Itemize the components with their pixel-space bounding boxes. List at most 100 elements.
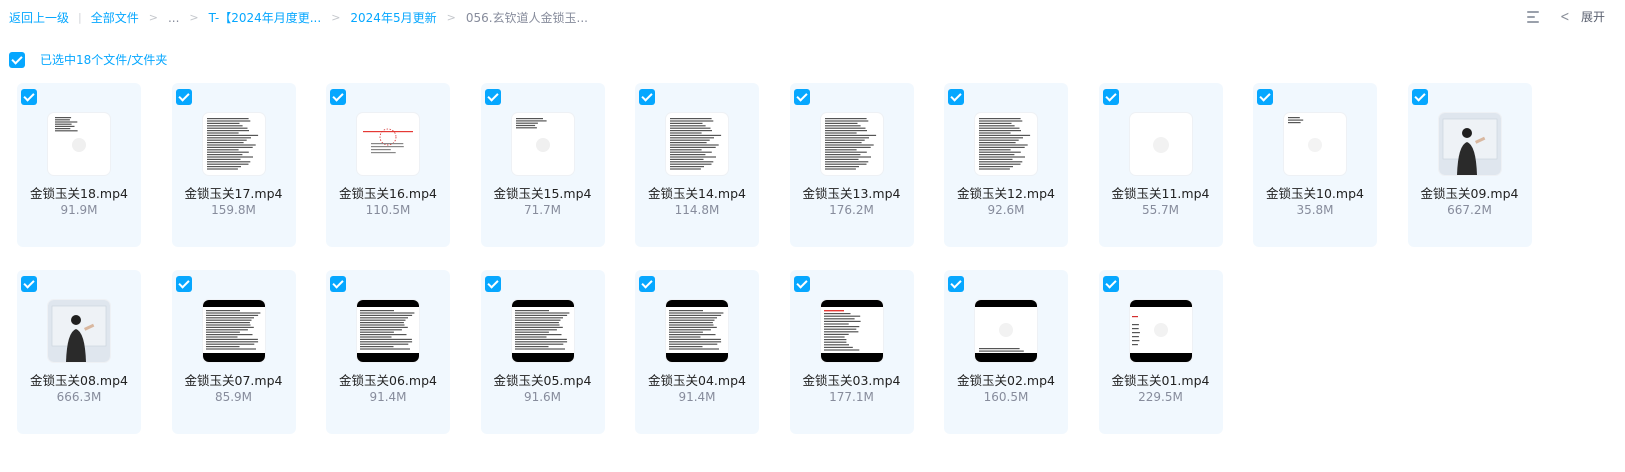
breadcrumb-all-files[interactable]: 全部文件 (91, 9, 139, 26)
file-name: 金锁玉关15.mp4 (493, 186, 592, 201)
back-link[interactable]: 返回上一级 (9, 9, 69, 26)
breadcrumb: 返回上一级 | 全部文件 > ... > T-【2024年月度更... > 20… (9, 9, 588, 26)
video-thumbnail (1284, 113, 1346, 175)
file-tile[interactable]: 金锁玉关18.mp4 91.9M (17, 83, 141, 247)
video-thumbnail (48, 300, 110, 362)
file-size: 177.1M (829, 390, 874, 404)
file-size: 160.5M (983, 390, 1029, 404)
video-thumbnail (202, 113, 265, 175)
video-thumbnail (357, 300, 419, 362)
file-name: 金锁玉关18.mp4 (30, 186, 128, 201)
video-thumbnail (666, 113, 728, 175)
file-checkbox[interactable] (175, 276, 192, 292)
breadcrumb-folder-monthly[interactable]: T-【2024年月度更... (209, 9, 322, 26)
video-thumbnail (666, 300, 728, 362)
video-thumbnail (1438, 113, 1501, 175)
file-checkbox[interactable] (639, 276, 655, 292)
file-checkbox[interactable] (1257, 89, 1273, 105)
video-thumbnail (202, 300, 265, 362)
file-checkbox[interactable] (1411, 89, 1428, 105)
expand-button[interactable]: 展开 (1581, 8, 1605, 25)
file-checkbox[interactable] (793, 276, 810, 292)
file-tile[interactable]: 金锁玉关16.mp4 110.5M (326, 83, 450, 247)
video-thumbnail (975, 113, 1037, 175)
video-thumbnail (975, 300, 1037, 362)
file-name: 金锁玉关12.mp4 (957, 186, 1055, 201)
file-tile[interactable]: 金锁玉关03.mp4 177.1M (789, 270, 914, 434)
file-tile[interactable]: 金锁玉关15.mp4 71.7M (480, 83, 605, 247)
video-thumbnail (1129, 300, 1192, 362)
video-thumbnail (357, 113, 419, 175)
video-thumbnail (820, 113, 883, 175)
view-tools: < 展开 (1525, 8, 1605, 25)
breadcrumb-ellipsis[interactable]: ... (168, 11, 179, 25)
file-checkbox[interactable] (1102, 89, 1119, 105)
file-size: 229.5M (1138, 390, 1183, 404)
file-tile[interactable]: 金锁玉关06.mp4 91.4M (326, 270, 450, 434)
file-tile[interactable]: 金锁玉关07.mp4 85.9M (171, 270, 296, 434)
file-checkbox[interactable] (330, 276, 346, 292)
file-tile[interactable]: 金锁玉关10.mp4 35.8M (1253, 83, 1377, 247)
file-size: 55.7M (1141, 203, 1180, 217)
file-tile[interactable]: 金锁玉关05.mp4 91.6M (480, 270, 605, 434)
file-tile[interactable]: 金锁玉关08.mp4 666.3M (17, 270, 141, 434)
file-size: 91.6M (523, 390, 562, 404)
file-name: 金锁玉关14.mp4 (648, 186, 746, 201)
chevron-right-icon: > (446, 11, 456, 24)
list-view-icon[interactable] (1525, 9, 1541, 25)
chevron-left-icon[interactable]: < (1560, 9, 1569, 25)
file-tile[interactable]: 金锁玉关09.mp4 667.2M (1407, 83, 1532, 247)
breadcrumb-current: 056.玄钦道人金锁玉... (465, 11, 588, 25)
file-name: 金锁玉关09.mp4 (1420, 186, 1519, 201)
file-name: 金锁玉关02.mp4 (957, 373, 1055, 388)
file-size: 35.8M (1296, 203, 1334, 217)
file-name: 金锁玉关01.mp4 (1111, 373, 1210, 388)
file-name: 金锁玉关04.mp4 (648, 373, 746, 388)
file-checkbox[interactable] (793, 89, 810, 105)
file-name: 金锁玉关07.mp4 (184, 373, 283, 388)
selection-count: 已选中18个文件/文件夹 (40, 53, 168, 67)
file-name: 金锁玉关13.mp4 (802, 186, 901, 201)
chevron-right-icon: > (331, 11, 341, 24)
file-size: 91.4M (369, 390, 407, 404)
file-tile[interactable]: 金锁玉关11.mp4 55.7M (1098, 83, 1223, 247)
top-bar: 返回上一级 | 全部文件 > ... > T-【2024年月度更... > 20… (0, 0, 1625, 34)
file-size: 92.6M (987, 203, 1025, 217)
file-size: 91.4M (678, 390, 716, 404)
file-checkbox[interactable] (21, 276, 37, 292)
file-name: 金锁玉关16.mp4 (339, 186, 437, 201)
breadcrumb-folder-may[interactable]: 2024年5月更新 (350, 9, 436, 26)
file-name: 金锁玉关08.mp4 (30, 373, 128, 388)
video-thumbnail (820, 300, 883, 362)
file-tile[interactable]: 金锁玉关17.mp4 159.8M (171, 83, 296, 247)
select-all-checkbox[interactable] (9, 51, 25, 68)
chevron-right-icon: > (148, 11, 158, 24)
file-tile[interactable]: 金锁玉关02.mp4 160.5M (944, 270, 1068, 434)
file-size: 176.2M (829, 203, 874, 217)
file-checkbox[interactable] (21, 89, 37, 105)
file-checkbox[interactable] (484, 276, 501, 292)
file-tile[interactable]: 金锁玉关01.mp4 229.5M (1098, 270, 1223, 434)
file-checkbox[interactable] (175, 89, 192, 105)
file-checkbox[interactable] (639, 89, 655, 105)
video-thumbnail (1129, 113, 1192, 175)
file-checkbox[interactable] (330, 89, 346, 105)
file-checkbox[interactable] (484, 89, 501, 105)
file-checkbox[interactable] (948, 89, 964, 105)
file-tile[interactable]: 金锁玉关04.mp4 91.4M (635, 270, 759, 434)
file-name: 金锁玉关03.mp4 (802, 373, 901, 388)
file-tile[interactable]: 金锁玉关13.mp4 176.2M (789, 83, 914, 247)
file-size: 666.3M (56, 390, 102, 404)
file-tile[interactable]: 金锁玉关12.mp4 92.6M (944, 83, 1068, 247)
file-name: 金锁玉关06.mp4 (339, 373, 437, 388)
file-size: 110.5M (365, 203, 411, 217)
file-tile[interactable]: 金锁玉关14.mp4 114.8M (635, 83, 759, 247)
file-size: 667.2M (1447, 203, 1492, 217)
file-checkbox[interactable] (1102, 276, 1119, 292)
file-size: 159.8M (211, 203, 256, 217)
video-thumbnail (511, 300, 574, 362)
file-name: 金锁玉关11.mp4 (1111, 186, 1210, 201)
file-checkbox[interactable] (948, 276, 964, 292)
file-size: 85.9M (214, 390, 253, 404)
chevron-right-icon: > (189, 11, 199, 24)
